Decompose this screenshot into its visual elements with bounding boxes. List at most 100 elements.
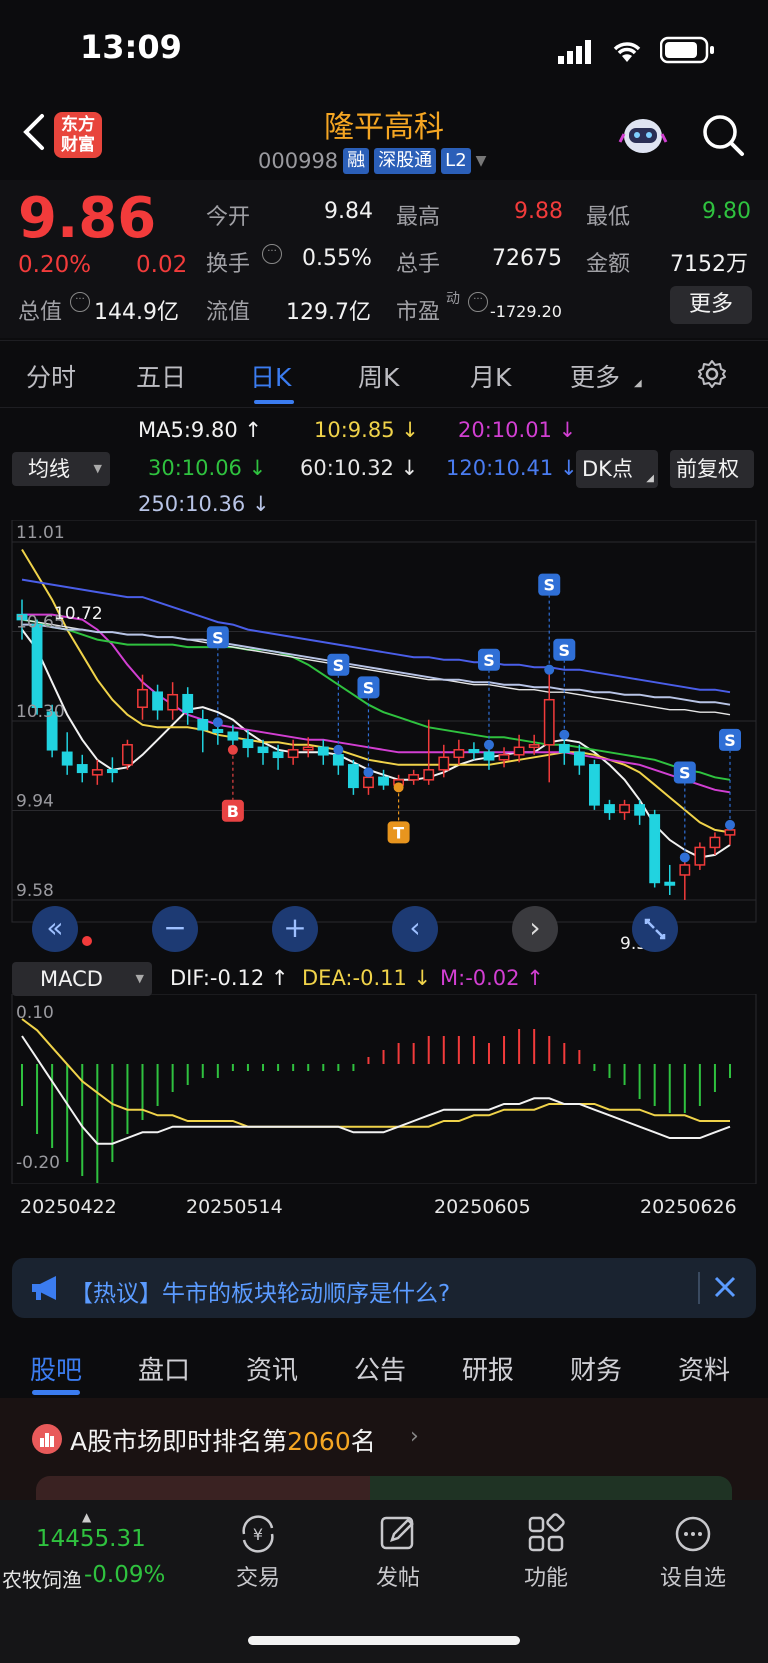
candle-body <box>423 769 435 781</box>
battery-icon <box>659 36 716 68</box>
gear-icon[interactable] <box>696 358 728 394</box>
scroll-right-button[interactable]: › <box>512 906 558 952</box>
tab-weekly-k[interactable]: 周K <box>358 358 399 394</box>
signal-dot <box>559 729 570 740</box>
chevron-right-icon: › <box>410 1424 419 1449</box>
tab-news[interactable]: 资讯 <box>246 1350 298 1387</box>
dk-point-button[interactable]: DK点 ◢ <box>576 450 658 488</box>
change-percent: 0.20% <box>18 252 92 278</box>
tab-more[interactable]: 更多 <box>570 358 620 394</box>
high-price-annotation: 10.72 <box>54 604 103 624</box>
kline-chart[interactable]: SSSSSSSSBT 11.0110.6510.309.949.58 <box>0 520 768 960</box>
fast-back-button[interactable]: « <box>32 906 78 952</box>
caret-up-icon: ▲ <box>82 1510 92 1524</box>
macd-select[interactable]: MACD ▼ <box>12 962 152 996</box>
scroll-left-button[interactable]: ‹ <box>392 906 438 952</box>
candle-body <box>332 754 344 766</box>
ma60-value: 60:10.32 ↓ <box>300 456 419 480</box>
x-tick-label: 20250514 <box>186 1196 283 1218</box>
macd-m: M:-0.02 ↑ <box>440 966 544 990</box>
signal-label-S: S <box>212 628 224 647</box>
last-price: 9.86 <box>18 186 157 251</box>
candle-body <box>212 729 224 734</box>
tab-profile[interactable]: 资料 <box>678 1350 730 1387</box>
y-tick-label: 10.30 <box>16 702 65 722</box>
candle-body <box>91 769 103 776</box>
active-tab-indicator <box>254 400 294 404</box>
expand-icon[interactable] <box>632 906 678 952</box>
volume-label: 总手 <box>396 252 441 277</box>
info-icon[interactable]: ··· <box>468 292 488 312</box>
tab-announcements[interactable]: 公告 <box>354 1350 406 1387</box>
candle-body <box>137 688 148 708</box>
search-icon[interactable] <box>700 112 746 158</box>
candle-body <box>483 751 495 761</box>
candle-body <box>438 756 450 771</box>
tab-research[interactable]: 研报 <box>462 1350 514 1387</box>
zoom-in-button[interactable]: + <box>272 906 318 952</box>
indicator-select[interactable]: 均线 ▼ <box>12 452 110 486</box>
amount-label: 金额 <box>586 252 631 277</box>
info-icon[interactable]: ··· <box>262 244 282 264</box>
index-change: -0.09% <box>84 1562 166 1588</box>
tab-intraday[interactable]: 分时 <box>26 358 76 394</box>
info-icon[interactable]: ··· <box>70 292 90 312</box>
adjust-button[interactable]: 前复权 <box>670 450 754 488</box>
trade-button[interactable]: ¥ 交易 <box>218 1512 298 1592</box>
macd-select-label: MACD <box>40 967 103 991</box>
yuan-exchange-icon: ¥ <box>228 1512 288 1560</box>
tab-financials[interactable]: 财务 <box>570 1350 622 1387</box>
functions-button[interactable]: 功能 <box>506 1512 586 1592</box>
chevron-down-icon: ▼ <box>475 153 487 169</box>
candle-body <box>272 751 284 759</box>
macd-chart[interactable]: 0.10 -0.20 <box>0 994 768 1184</box>
candle-body <box>694 846 706 866</box>
tab-five-day[interactable]: 五日 <box>136 358 186 394</box>
float-cap-value: 129.7亿 <box>286 300 371 325</box>
ma10-value: 10:9.85 ↓ <box>314 418 419 442</box>
functions-label: 功能 <box>523 1566 568 1591</box>
high-label: 最高 <box>396 205 441 230</box>
high-value: 9.88 <box>514 199 563 224</box>
more-button[interactable]: 更多 <box>670 286 752 324</box>
svg-text:¥: ¥ <box>253 1525 263 1544</box>
edit-icon <box>368 1512 428 1560</box>
pe-label: 市盈 <box>396 300 441 325</box>
macd-grid <box>11 994 757 1184</box>
signal-dot <box>363 767 374 778</box>
tab-daily-k[interactable]: 日K <box>250 358 291 394</box>
macd-y-tick-label: 0.10 <box>16 1003 54 1023</box>
zoom-out-button[interactable]: − <box>152 906 198 952</box>
signal-label-S: S <box>483 651 495 670</box>
candle-body <box>122 744 133 766</box>
kline-grid <box>11 520 757 923</box>
chevron-down-icon: ▼ <box>93 462 102 475</box>
candle-body <box>604 804 615 814</box>
tab-forum[interactable]: 股吧 <box>30 1350 82 1387</box>
home-indicator <box>248 1636 520 1645</box>
status-time: 13:09 <box>80 28 182 66</box>
market-cap-label: 总值 <box>18 300 63 325</box>
candle-body <box>167 693 179 711</box>
pe-superscript: 动 <box>446 291 460 307</box>
signal-icon <box>558 40 598 68</box>
index-ticker[interactable]: ▲ 14455.31 农牧饲渔 -0.09% <box>0 1510 180 1600</box>
stock-code-row[interactable]: 000998 融 深股通 L2 ▼ <box>258 148 486 174</box>
tab-monthly-k[interactable]: 月K <box>470 358 511 394</box>
banner-text[interactable]: 【热议】牛市的板块轮动顺序是什么? <box>70 1274 450 1308</box>
signal-dot <box>679 852 690 863</box>
signal-label-S: S <box>543 576 555 595</box>
candle-body <box>287 749 299 759</box>
post-button[interactable]: 发帖 <box>358 1512 438 1592</box>
signal-label-T: T <box>393 823 404 842</box>
robot-assistant-icon[interactable] <box>618 112 668 160</box>
candle-body <box>589 764 600 806</box>
dk-point-label: DK点 <box>582 457 633 481</box>
add-watchlist-button[interactable]: 设自选 <box>648 1512 738 1592</box>
close-icon[interactable] <box>712 1274 738 1304</box>
add-watchlist-label: 设自选 <box>659 1566 726 1591</box>
tab-order-book[interactable]: 盘口 <box>138 1350 190 1387</box>
change-amount: 0.02 <box>136 252 188 278</box>
candle-body <box>468 749 480 754</box>
ma5-value: MA5:9.80 ↑ <box>138 418 262 442</box>
